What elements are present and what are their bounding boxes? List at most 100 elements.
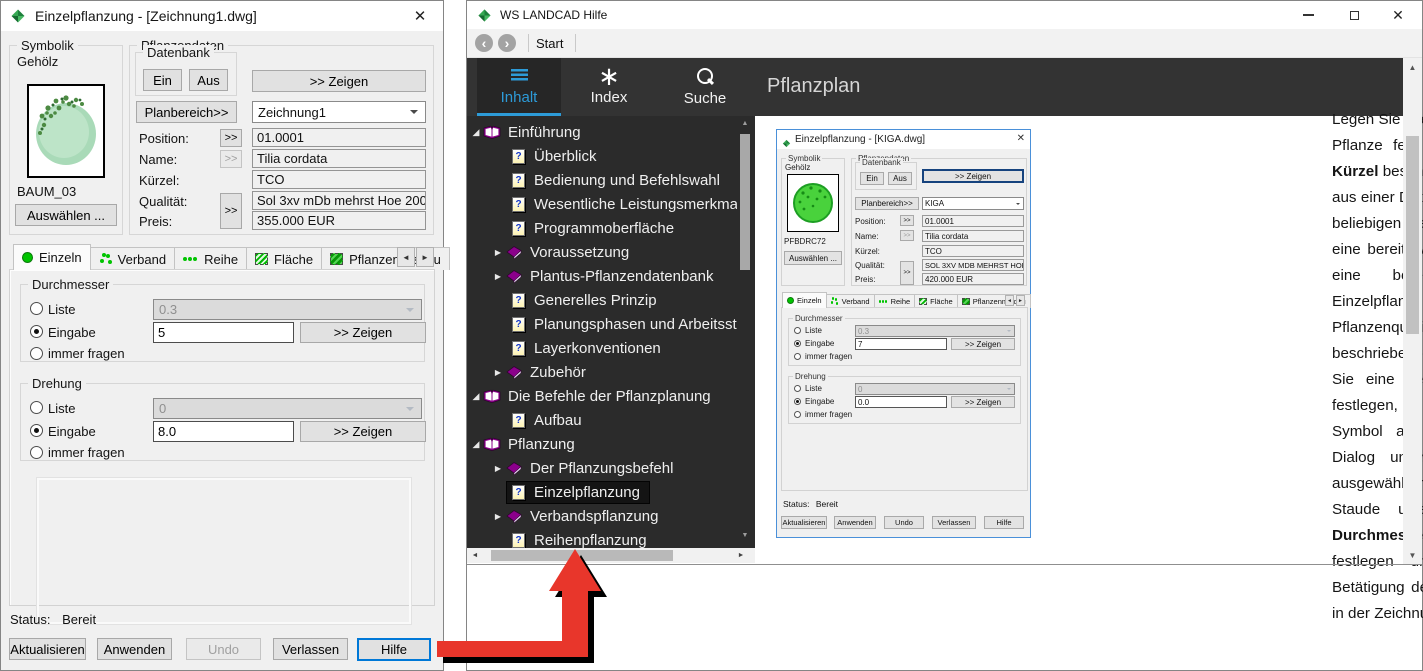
position-label: Position: [139, 131, 189, 146]
tree-item-content: ?Programmoberfläche [507, 218, 683, 239]
tab-scroll-left-icon: ◄ [1007, 298, 1012, 304]
position-field[interactable]: 01.0001 [252, 128, 426, 147]
tab-fläche[interactable]: Fläche [246, 247, 322, 270]
qualitaet-field[interactable]: Sol 3xv mDb mehrst Hoe 200-250 [252, 191, 426, 210]
mini-preis-field: 420.000 EUR [922, 273, 1024, 285]
tree-item[interactable]: ?Generelles Prinzip [467, 288, 737, 312]
tree-item[interactable]: ?Überblick [467, 144, 737, 168]
mini-symbolik-group: Symbolik Gehölz PFBDR [781, 158, 845, 286]
tree-item[interactable]: ◢Pflanzung [467, 432, 737, 456]
close-icon[interactable]: ✕ [1376, 1, 1420, 29]
content-vertical-scrollbar[interactable]: ▲ ▼ [1403, 58, 1422, 564]
tab-verband[interactable]: Verband [90, 247, 175, 270]
undo-button[interactable]: Undo [186, 638, 261, 660]
aus-button[interactable]: Aus [189, 69, 228, 91]
tree-item[interactable]: ?Layerkonventionen [467, 336, 737, 360]
tab-reihe[interactable]: Reihe [174, 247, 247, 270]
tree-item[interactable]: ▶Plantus-Pflanzendatenbank [467, 264, 737, 288]
anwenden-button[interactable]: Anwenden [97, 638, 172, 660]
tree-item[interactable]: ▶Der Pflanzungsbefehl [467, 456, 737, 480]
tree-item[interactable]: ?Planungsphasen und Arbeitsstil [467, 312, 737, 336]
tree-item-label: Zubehör [530, 364, 586, 381]
tab-scroll-right-icon: ► [421, 253, 429, 262]
verlassen-button[interactable]: Verlassen [273, 638, 348, 660]
durchmesser-eingabe-input[interactable] [153, 322, 294, 343]
tree-item[interactable]: ?Wesentliche Leistungsmerkmale [467, 192, 737, 216]
durchmesser-liste-radio[interactable] [30, 302, 43, 315]
durchmesser-zeigen-button[interactable]: >> Zeigen [300, 322, 426, 343]
tab-einzeln[interactable]: Einzeln [13, 244, 91, 270]
tree-vertical-scrollbar[interactable]: ▲ ▼ [737, 116, 753, 548]
content-scrollbar-thumb[interactable] [1406, 136, 1419, 334]
preis-label: Preis: [139, 214, 172, 229]
planbereich-combo[interactable]: Zeichnung1 [252, 101, 426, 123]
tree-item[interactable]: ?Aufbau [467, 408, 737, 432]
mini-position-label: Position: [855, 217, 886, 226]
back-icon[interactable]: ‹ [475, 34, 493, 52]
chevron-down-icon [1016, 203, 1020, 207]
drehung-liste-radio[interactable] [30, 401, 43, 414]
drehung-immer-radio[interactable] [30, 446, 43, 459]
tree-item[interactable]: ▶Zubehör [467, 360, 737, 384]
tree-item-label: Bedienung und Befehlswahl [534, 172, 720, 189]
mini-qualitaet-preis-arrow: >> [900, 261, 914, 285]
durchmesser-eingabe-radio[interactable] [30, 325, 43, 338]
plant-mode-tab-control: EinzelnVerbandReiheFlächePflanzenmischu … [9, 244, 435, 606]
chevron-down-icon [406, 308, 414, 316]
help-page-icon: ? [512, 341, 525, 356]
forward-icon[interactable]: › [498, 34, 516, 52]
drehung-eingabe-input[interactable] [153, 421, 294, 442]
tree-item[interactable]: ◢Die Befehle der Pflanzplanung [467, 384, 737, 408]
tree-item[interactable]: ▶Voraussetzung [467, 240, 737, 264]
mini-drehung-group: Drehung Liste 0 Eingabe 0.0 >> Zeigen im… [788, 376, 1021, 424]
hilfe-button[interactable]: Hilfe [357, 638, 431, 661]
tab-index[interactable]: ∗ Index [567, 58, 651, 116]
scroll-right-icon[interactable]: ► [735, 548, 747, 563]
mini-durchmesser-immer-radio [794, 353, 801, 360]
tree-item[interactable]: ?Einzelpflanzung [467, 480, 737, 504]
drehung-zeigen-button[interactable]: >> Zeigen [300, 421, 426, 442]
drehung-liste-combo[interactable]: 0 [153, 398, 422, 419]
scroll-up-icon[interactable]: ▲ [1403, 60, 1422, 74]
ein-button[interactable]: Ein [143, 69, 182, 91]
scroll-down-icon[interactable]: ▼ [737, 528, 753, 542]
tree-item[interactable]: ▶Verbandspflanzung [467, 504, 737, 528]
tab-scroll-left-button[interactable]: ◄ [397, 247, 415, 267]
durchmesser-immer-radio[interactable] [30, 347, 43, 360]
preis-field[interactable]: 355.000 EUR [252, 211, 426, 230]
scroll-up-icon[interactable]: ▲ [737, 116, 753, 130]
tab-inhalt[interactable]: Inhalt [477, 58, 561, 116]
tab-scroll-right-button[interactable]: ► [416, 247, 434, 267]
dialog-titlebar[interactable]: Einzelpflanzung - [Zeichnung1.dwg] ✕ [1, 1, 443, 31]
tab-verband: Verband [826, 294, 875, 308]
maximize-icon[interactable] [1332, 1, 1376, 29]
planbereich-button[interactable]: Planbereich>> [136, 101, 237, 123]
auswaehlen-button[interactable]: Auswählen ... [15, 204, 117, 226]
aktualisieren-button[interactable]: Aktualisieren [9, 638, 86, 660]
durchmesser-liste-combo[interactable]: 0.3 [153, 299, 422, 320]
kuerzel-field[interactable]: TCO [252, 170, 426, 189]
tree-item-label: Wesentliche Leistungsmerkmale [534, 196, 750, 213]
drehung-eingabe-radio[interactable] [30, 424, 43, 437]
tree-item-label: Verbandspflanzung [530, 508, 658, 525]
help-page-icon: ? [512, 149, 525, 164]
mini-titlebar: Einzelpflanzung - [KIGA.dwg] ✕ [777, 130, 1030, 149]
name-arrow-button[interactable]: >> [220, 150, 242, 168]
tree-scrollbar-thumb[interactable] [740, 134, 750, 270]
scroll-down-icon[interactable]: ▼ [1403, 548, 1422, 562]
name-field[interactable]: Tilia cordata [252, 149, 426, 168]
qualitaet-preis-arrow-button[interactable]: >> [220, 193, 242, 229]
minimize-icon[interactable] [1286, 1, 1330, 29]
tab-suche[interactable]: Suche [663, 58, 747, 116]
mini-pflanzendaten-group: Pflanzendaten Datenbank Ein Aus >> Zeige… [851, 158, 1027, 286]
tree-item[interactable]: ?Bedienung und Befehlswahl [467, 168, 737, 192]
help-titlebar[interactable]: WS LANDCAD Hilfe ✕ [467, 1, 1422, 29]
tree-item-content: Verbandspflanzung [500, 506, 667, 527]
position-arrow-button[interactable]: >> [220, 129, 242, 147]
mini-dialog-screenshot: Einzelpflanzung - [KIGA.dwg] ✕ Symbolik … [776, 129, 1031, 538]
tree-item[interactable]: ?Programmoberfläche [467, 216, 737, 240]
start-button[interactable]: Start [536, 36, 563, 51]
tree-item[interactable]: ◢Einführung [467, 120, 737, 144]
zeigen-button[interactable]: >> Zeigen [252, 70, 426, 92]
close-icon[interactable]: ✕ [405, 1, 435, 31]
